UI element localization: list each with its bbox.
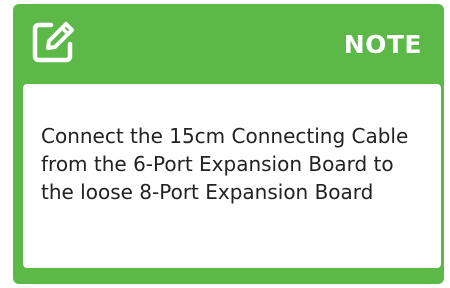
note-title: NOTE: [343, 30, 422, 59]
note-body: Connect the 15cm Connecting Cable from t…: [23, 84, 441, 268]
edit-note-icon: [29, 18, 77, 66]
note-card: NOTE Connect the 15cm Connecting Cable f…: [13, 4, 444, 284]
note-text: Connect the 15cm Connecting Cable from t…: [41, 124, 409, 204]
